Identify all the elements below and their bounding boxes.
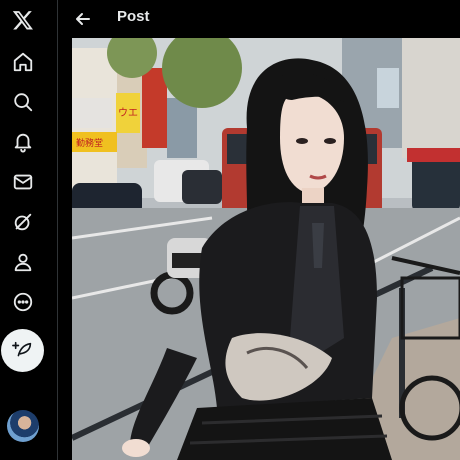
sidebar-item-grok[interactable] [3,202,43,242]
sidebar-item-explore[interactable] [3,82,43,122]
grok-icon [14,213,32,231]
sidebar-item-notifications[interactable] [3,122,43,162]
home-icon [13,52,33,72]
post-header: Post [58,0,460,38]
compose-post-button[interactable] [1,329,44,372]
storefront-sign-2: 勤務堂 [76,137,103,149]
sidebar [0,0,47,460]
sidebar-item-home[interactable] [3,42,43,82]
post-photo[interactable]: ウエ 勤務堂 [72,38,460,460]
more-icon [13,292,33,312]
bell-icon [14,133,32,153]
column-divider [57,0,58,460]
x-logo[interactable] [3,0,43,40]
sidebar-item-more[interactable] [3,282,43,322]
feather-plus-icon [11,341,31,356]
sidebar-item-messages[interactable] [3,162,43,202]
person-icon [14,253,32,272]
mail-icon [13,174,33,190]
back-button[interactable] [68,4,98,34]
search-icon [14,93,33,112]
page-title: Post [117,8,150,25]
photo-image: ウエ 勤務堂 [72,38,460,460]
sidebar-item-profile[interactable] [3,242,43,282]
account-avatar[interactable] [7,410,39,442]
storefront-sign-1: ウエ [118,107,138,119]
arrow-left-icon [76,13,90,25]
x-logo-icon [12,11,33,30]
